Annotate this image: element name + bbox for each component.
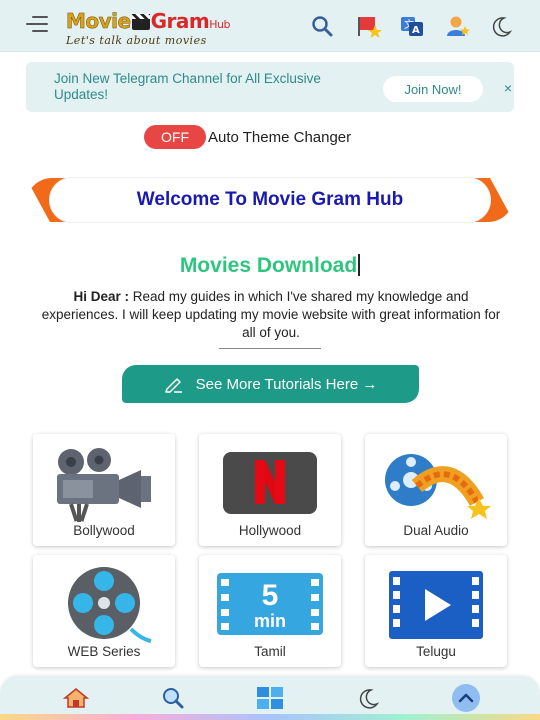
text-cursor: [358, 254, 361, 276]
moon-icon[interactable]: [354, 685, 382, 711]
pencil-icon: [164, 378, 182, 393]
telegram-banner: Join New Telegram Channel for All Exclus…: [26, 62, 514, 112]
movie-camera-icon: [49, 446, 159, 522]
section-title: Movies Download: [0, 254, 540, 278]
netflix-icon: [215, 446, 325, 522]
logo-word-gram: Gram: [150, 9, 210, 33]
menu-icon[interactable]: [26, 16, 50, 34]
category-card-tamil[interactable]: 5 min Tamil: [199, 555, 341, 667]
category-label: Tamil: [254, 644, 286, 659]
intro-greeting: Hi Dear :: [73, 289, 129, 304]
bottom-glow-bar: [0, 714, 540, 720]
category-card-bollywood[interactable]: Bollywood: [33, 434, 175, 546]
welcome-ribbon: Welcome To Movie Gram Hub: [26, 178, 514, 222]
site-logo[interactable]: Movie GramHub Let's talk about movies: [66, 9, 266, 47]
category-label: Hollywood: [238, 523, 302, 538]
section-title-text: Movies Download: [179, 254, 358, 277]
category-card-telugu[interactable]: Telugu: [365, 555, 507, 667]
category-label: WEB Series: [67, 644, 141, 659]
welcome-text: Welcome To Movie Gram Hub: [136, 189, 404, 210]
join-now-button[interactable]: Join Now!: [383, 76, 483, 102]
welcome-box: Welcome To Movie Gram Hub: [50, 178, 490, 222]
home-icon[interactable]: [62, 685, 90, 711]
five-min-film-icon: 5 min: [215, 567, 325, 643]
grid-icon[interactable]: [256, 685, 284, 711]
category-card-dual-audio[interactable]: Dual Audio: [365, 434, 507, 546]
film-reel-disc-icon: [49, 567, 159, 643]
logo-word-movie: Movie: [66, 9, 132, 33]
film-reel-icon: [381, 446, 491, 522]
search-icon[interactable]: [310, 14, 336, 38]
timer-unit: min: [254, 611, 286, 631]
video-play-icon: [381, 567, 491, 643]
see-more-tutorials-button[interactable]: See More Tutorials Here →: [122, 365, 419, 403]
flag-star-icon[interactable]: [356, 14, 382, 38]
theme-toggle-label: Auto Theme Changer: [208, 128, 352, 146]
close-icon[interactable]: ×: [500, 78, 516, 98]
user-icon[interactable]: [445, 14, 471, 38]
intro-paragraph: Hi Dear : Read my guides in which I've s…: [34, 288, 508, 342]
tutorials-button-label: See More Tutorials Here →: [195, 375, 378, 393]
category-card-web-series[interactable]: WEB Series: [33, 555, 175, 667]
category-card-hollywood[interactable]: Hollywood: [199, 434, 341, 546]
svg-text:A: A: [412, 25, 420, 36]
timer-number: 5: [262, 579, 279, 612]
logo-word-hub: Hub: [209, 18, 230, 31]
search-icon[interactable]: [159, 685, 187, 711]
scroll-top-icon[interactable]: [452, 684, 480, 712]
moon-icon[interactable]: [488, 14, 514, 38]
header-bar: Movie GramHub Let's talk about movies 文A: [0, 0, 540, 52]
banner-text: Join New Telegram Channel for All Exclus…: [54, 71, 321, 102]
logo-tagline: Let's talk about movies: [66, 34, 207, 47]
category-label: Telugu: [416, 644, 456, 659]
clapperboard-icon: [131, 14, 150, 30]
theme-toggle-row: OFF Auto Theme Changer: [144, 124, 351, 150]
category-label: Dual Audio: [403, 523, 469, 538]
category-label: Bollywood: [73, 523, 135, 538]
divider: [219, 348, 321, 349]
auto-theme-toggle[interactable]: OFF: [144, 125, 206, 149]
translate-icon[interactable]: 文A: [399, 14, 425, 38]
